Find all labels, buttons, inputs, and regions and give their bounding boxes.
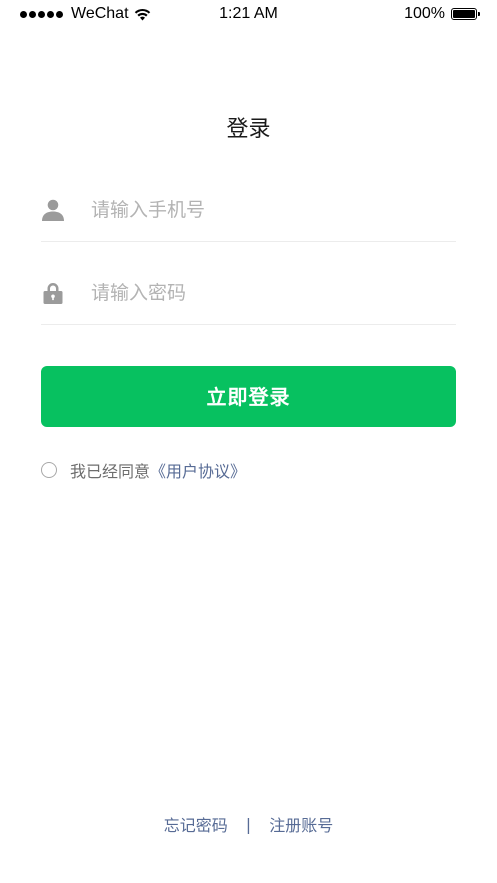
page-title: 登录 [226,117,271,142]
battery-percent: 100% [404,5,445,22]
agreement-text: 我已经同意 [70,462,151,481]
footer-links: 忘记密码 | 注册账号 [0,812,497,836]
login-screen: WeChat 1:21 AM 100% 登录 请输入手机号 立即登录 我已经同意… [0,0,497,883]
login-button[interactable]: 立即登录 [41,366,456,427]
password-field-row [41,243,456,325]
user-agreement-link[interactable]: 《用户协议》 [150,458,246,482]
phone-input[interactable] [91,194,451,226]
password-input[interactable] [91,277,451,309]
status-bar-right: 100% [404,5,480,23]
register-link[interactable]: 注册账号 [269,812,333,836]
phone-field-row [41,160,456,242]
user-icon [42,199,64,221]
battery-icon [451,8,480,20]
forgot-password-link[interactable]: 忘记密码 [164,812,228,836]
agreement-radio[interactable] [41,462,57,478]
lock-icon [43,283,63,304]
status-bar: WeChat 1:21 AM 100% [0,0,497,28]
footer-separator: | [245,814,252,834]
agreement-row: 我已经同意 《用户协议》 [41,458,246,482]
